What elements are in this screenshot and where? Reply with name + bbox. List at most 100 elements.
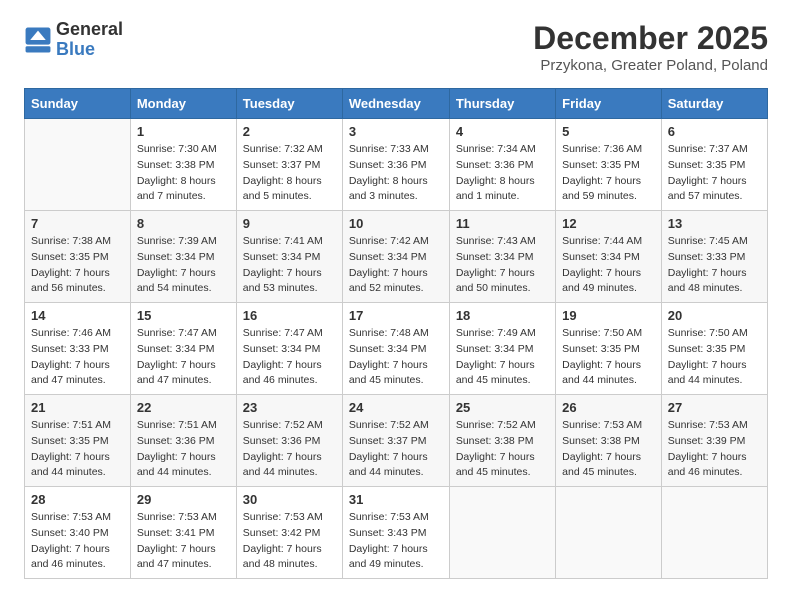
calendar-cell: 13 Sunrise: 7:45 AM Sunset: 3:33 PM Dayli… [661,211,767,303]
day-number: 15 [137,308,230,323]
day-number: 18 [456,308,549,323]
day-number: 17 [349,308,443,323]
calendar-cell: 29Sunrise: 7:53 AM Sunset: 3:41 PM Dayli… [130,487,236,579]
day-number: 28 [31,492,124,507]
calendar-cell [25,119,131,211]
weekday-header: Saturday [661,89,767,119]
day-info: Sunrise: 7:34 AM Sunset: 3:36 PM Dayligh… [456,142,549,205]
day-number: 31 [349,492,443,507]
day-number: 4 [456,124,549,139]
day-number: 22 [137,400,230,415]
calendar-table: SundayMondayTuesdayWednesdayThursdayFrid… [24,88,768,579]
calendar-cell: 4 Sunrise: 7:34 AM Sunset: 3:36 PM Daylig… [449,119,555,211]
day-info: Sunrise: 7:39 AM Sunset: 3:34 PM Dayligh… [137,234,230,297]
day-number: 6 [668,124,761,139]
calendar-cell [661,487,767,579]
page-header: General Blue December 2025 Przykona, Gre… [24,20,768,74]
calendar-cell: 25Sunrise: 7:52 AM Sunset: 3:38 PM Dayli… [449,395,555,487]
calendar-cell: 18 Sunrise: 7:49 AM Sunset: 3:34 PM Dayli… [449,303,555,395]
calendar-cell: 5 Sunrise: 7:36 AM Sunset: 3:35 PM Daylig… [556,119,662,211]
logo-text: General Blue [56,20,123,60]
day-info: Sunrise: 7:33 AM Sunset: 3:36 PM Dayligh… [349,142,443,205]
calendar-cell: 20 Sunrise: 7:50 AM Sunset: 3:35 PM Dayli… [661,303,767,395]
calendar-cell: 19 Sunrise: 7:50 AM Sunset: 3:35 PM Dayli… [556,303,662,395]
calendar-cell: 8 Sunrise: 7:39 AM Sunset: 3:34 PM Daylig… [130,211,236,303]
day-info: Sunrise: 7:53 AM Sunset: 3:38 PM Dayligh… [562,418,655,481]
day-info: Sunrise: 7:38 AM Sunset: 3:35 PM Dayligh… [31,234,124,297]
day-info: Sunrise: 7:53 AM Sunset: 3:39 PM Dayligh… [668,418,761,481]
calendar-cell: 2 Sunrise: 7:32 AM Sunset: 3:37 PM Daylig… [236,119,342,211]
calendar-cell: 7Sunrise: 7:38 AM Sunset: 3:35 PM Daylig… [25,211,131,303]
title-block: December 2025 Przykona, Greater Poland, … [533,20,768,74]
day-info: Sunrise: 7:48 AM Sunset: 3:34 PM Dayligh… [349,326,443,389]
day-number: 1 [137,124,230,139]
day-info: Sunrise: 7:43 AM Sunset: 3:34 PM Dayligh… [456,234,549,297]
weekday-header: Wednesday [342,89,449,119]
day-number: 9 [243,216,336,231]
calendar-cell: 3 Sunrise: 7:33 AM Sunset: 3:36 PM Daylig… [342,119,449,211]
day-number: 14 [31,308,124,323]
calendar-week-row: 14 Sunrise: 7:46 AM Sunset: 3:33 PM Dayli… [25,303,768,395]
calendar-cell: 14 Sunrise: 7:46 AM Sunset: 3:33 PM Dayli… [25,303,131,395]
calendar-cell [556,487,662,579]
day-number: 29 [137,492,230,507]
calendar-cell: 31 Sunrise: 7:53 AM Sunset: 3:43 PM Dayli… [342,487,449,579]
calendar-cell: 26 Sunrise: 7:53 AM Sunset: 3:38 PM Dayli… [556,395,662,487]
day-info: Sunrise: 7:36 AM Sunset: 3:35 PM Dayligh… [562,142,655,205]
calendar-cell: 28 Sunrise: 7:53 AM Sunset: 3:40 PM Dayli… [25,487,131,579]
day-number: 21 [31,400,124,415]
calendar-cell: 30Sunrise: 7:53 AM Sunset: 3:42 PM Dayli… [236,487,342,579]
day-info: Sunrise: 7:47 AM Sunset: 3:34 PM Dayligh… [137,326,230,389]
day-info: Sunrise: 7:52 AM Sunset: 3:36 PM Dayligh… [243,418,336,481]
weekday-header: Thursday [449,89,555,119]
day-info: Sunrise: 7:45 AM Sunset: 3:33 PM Dayligh… [668,234,761,297]
calendar-location: Przykona, Greater Poland, Poland [533,57,768,74]
day-info: Sunrise: 7:50 AM Sunset: 3:35 PM Dayligh… [562,326,655,389]
day-number: 3 [349,124,443,139]
day-number: 8 [137,216,230,231]
day-info: Sunrise: 7:52 AM Sunset: 3:37 PM Dayligh… [349,418,443,481]
day-number: 12 [562,216,655,231]
day-info: Sunrise: 7:44 AM Sunset: 3:34 PM Dayligh… [562,234,655,297]
day-number: 16 [243,308,336,323]
calendar-cell: 23 Sunrise: 7:52 AM Sunset: 3:36 PM Dayli… [236,395,342,487]
calendar-cell: 12 Sunrise: 7:44 AM Sunset: 3:34 PM Dayli… [556,211,662,303]
day-info: Sunrise: 7:53 AM Sunset: 3:42 PM Dayligh… [243,510,336,573]
day-number: 13 [668,216,761,231]
calendar-cell: 10Sunrise: 7:42 AM Sunset: 3:34 PM Dayli… [342,211,449,303]
calendar-cell: 15 Sunrise: 7:47 AM Sunset: 3:34 PM Dayli… [130,303,236,395]
day-info: Sunrise: 7:50 AM Sunset: 3:35 PM Dayligh… [668,326,761,389]
day-info: Sunrise: 7:32 AM Sunset: 3:37 PM Dayligh… [243,142,336,205]
day-info: Sunrise: 7:30 AM Sunset: 3:38 PM Dayligh… [137,142,230,205]
calendar-week-row: 21Sunrise: 7:51 AM Sunset: 3:35 PM Dayli… [25,395,768,487]
calendar-week-row: 28 Sunrise: 7:53 AM Sunset: 3:40 PM Dayli… [25,487,768,579]
calendar-cell: 16 Sunrise: 7:47 AM Sunset: 3:34 PM Dayli… [236,303,342,395]
day-number: 2 [243,124,336,139]
day-info: Sunrise: 7:47 AM Sunset: 3:34 PM Dayligh… [243,326,336,389]
calendar-week-row: 1 Sunrise: 7:30 AM Sunset: 3:38 PM Daylig… [25,119,768,211]
day-number: 19 [562,308,655,323]
calendar-cell: 11 Sunrise: 7:43 AM Sunset: 3:34 PM Dayli… [449,211,555,303]
day-info: Sunrise: 7:46 AM Sunset: 3:33 PM Dayligh… [31,326,124,389]
day-info: Sunrise: 7:53 AM Sunset: 3:43 PM Dayligh… [349,510,443,573]
calendar-cell: 21Sunrise: 7:51 AM Sunset: 3:35 PM Dayli… [25,395,131,487]
calendar-cell: 17 Sunrise: 7:48 AM Sunset: 3:34 PM Dayli… [342,303,449,395]
day-number: 20 [668,308,761,323]
day-info: Sunrise: 7:51 AM Sunset: 3:36 PM Dayligh… [137,418,230,481]
calendar-cell: 9 Sunrise: 7:41 AM Sunset: 3:34 PM Daylig… [236,211,342,303]
day-info: Sunrise: 7:49 AM Sunset: 3:34 PM Dayligh… [456,326,549,389]
day-info: Sunrise: 7:41 AM Sunset: 3:34 PM Dayligh… [243,234,336,297]
day-number: 11 [456,216,549,231]
day-number: 26 [562,400,655,415]
weekday-header: Monday [130,89,236,119]
day-number: 5 [562,124,655,139]
day-info: Sunrise: 7:42 AM Sunset: 3:34 PM Dayligh… [349,234,443,297]
calendar-header-row: SundayMondayTuesdayWednesdayThursdayFrid… [25,89,768,119]
day-info: Sunrise: 7:52 AM Sunset: 3:38 PM Dayligh… [456,418,549,481]
weekday-header: Friday [556,89,662,119]
calendar-cell: 6Sunrise: 7:37 AM Sunset: 3:35 PM Daylig… [661,119,767,211]
calendar-cell: 1 Sunrise: 7:30 AM Sunset: 3:38 PM Daylig… [130,119,236,211]
day-info: Sunrise: 7:53 AM Sunset: 3:40 PM Dayligh… [31,510,124,573]
day-number: 23 [243,400,336,415]
calendar-title: December 2025 [533,20,768,57]
